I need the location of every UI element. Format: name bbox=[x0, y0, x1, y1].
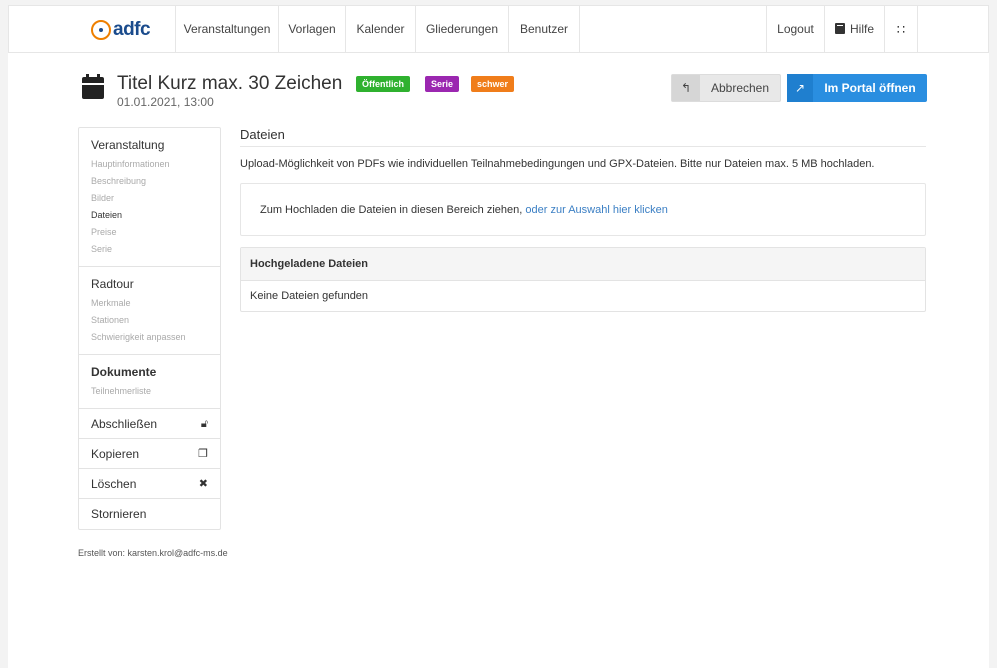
badge-series: Serie bbox=[425, 76, 460, 92]
adfc-logo[interactable]: adfc bbox=[91, 18, 151, 42]
section-description: Upload-Möglichkeit von PDFs wie individu… bbox=[240, 158, 875, 170]
open-in-portal-label: Im Portal öffnen bbox=[824, 81, 916, 95]
sidebar-item-stationen[interactable]: Stationen bbox=[91, 312, 208, 329]
sidebar-item-merkmale[interactable]: Merkmale bbox=[91, 295, 208, 312]
rss-feed-link[interactable]: ∷ bbox=[884, 6, 918, 53]
help-link[interactable]: Hilfe bbox=[824, 6, 884, 53]
unlock-icon: 🔓︎ bbox=[200, 418, 208, 430]
badge-public: Öffentlich bbox=[356, 76, 410, 92]
sidebar-item-beschreibung[interactable]: Beschreibung bbox=[91, 173, 208, 190]
event-date: 01.01.2021, 13:00 bbox=[117, 95, 214, 109]
sidebar-group-title[interactable]: Dokumente bbox=[91, 365, 208, 379]
sidebar-group-veranstaltung: Veranstaltung Hauptinformationen Beschre… bbox=[79, 128, 220, 267]
uploaded-files-title: Hochgeladene Dateien bbox=[241, 248, 925, 281]
sidebar-action-label: Löschen bbox=[91, 477, 137, 491]
sidebar-action-label: Stornieren bbox=[91, 507, 147, 521]
sidebar-action-label: Abschließen bbox=[91, 417, 158, 431]
logout-link[interactable]: Logout bbox=[766, 6, 824, 53]
sidebar-action-loeschen[interactable]: Löschen ✖ bbox=[79, 469, 220, 499]
sidebar-group-radtour: Radtour Merkmale Stationen Schwierigkeit… bbox=[79, 267, 220, 355]
nav-vorlagen[interactable]: Vorlagen bbox=[278, 6, 345, 53]
copy-icon: ❐ bbox=[198, 448, 208, 460]
badge-difficulty: schwer bbox=[471, 76, 515, 92]
sidebar-item-schwierigkeit[interactable]: Schwierigkeit anpassen bbox=[91, 329, 208, 346]
dropzone-hint: Zum Hochladen die Dateien in diesen Bere… bbox=[260, 204, 523, 216]
cancel-button-label: Abbrechen bbox=[710, 81, 770, 95]
event-title: Titel Kurz max. 30 Zeichen bbox=[117, 73, 343, 94]
logo-circle-icon bbox=[91, 20, 111, 40]
section-divider bbox=[240, 146, 926, 147]
cancel-button[interactable]: ↰ Abbrechen bbox=[671, 74, 781, 102]
sidebar-action-stornieren[interactable]: Stornieren bbox=[79, 499, 220, 529]
file-dropzone[interactable]: Zum Hochladen die Dateien in diesen Bere… bbox=[240, 183, 926, 236]
calendar-icon bbox=[82, 74, 104, 99]
nav-kalender[interactable]: Kalender bbox=[345, 6, 415, 53]
help-label: Hilfe bbox=[849, 22, 874, 36]
sidebar-item-preise[interactable]: Preise bbox=[91, 224, 208, 241]
dropzone-text: Zum Hochladen die Dateien in diesen Bere… bbox=[260, 204, 668, 216]
uploaded-files-panel: Hochgeladene Dateien Keine Dateien gefun… bbox=[240, 247, 926, 312]
rss-icon: ∷ bbox=[896, 22, 906, 37]
sidebar-group-title[interactable]: Radtour bbox=[91, 277, 208, 291]
sidebar-action-kopieren[interactable]: Kopieren ❐ bbox=[79, 439, 220, 469]
nav-veranstaltungen[interactable]: Veranstaltungen bbox=[175, 6, 278, 53]
sidebar-item-hauptinformationen[interactable]: Hauptinformationen bbox=[91, 156, 208, 173]
reply-icon: ↰ bbox=[672, 75, 700, 101]
top-navbar: adfc Veranstaltungen Vorlagen Kalender G… bbox=[8, 5, 989, 53]
page: adfc Veranstaltungen Vorlagen Kalender G… bbox=[8, 5, 989, 668]
sidebar-item-serie[interactable]: Serie bbox=[91, 241, 208, 258]
sidebar-group-dokumente: Dokumente Teilnehmerliste bbox=[79, 355, 220, 409]
times-icon: ✖ bbox=[198, 478, 208, 490]
creator-info: Erstellt von: karsten.krol@adfc-ms.de bbox=[78, 548, 228, 558]
nav-gliederungen[interactable]: Gliederungen bbox=[415, 6, 508, 53]
sidebar: Veranstaltung Hauptinformationen Beschre… bbox=[78, 127, 221, 530]
uploaded-files-empty: Keine Dateien gefunden bbox=[250, 290, 369, 302]
dropzone-select-link[interactable]: oder zur Auswahl hier klicken bbox=[525, 204, 667, 216]
sidebar-group-title[interactable]: Veranstaltung bbox=[91, 138, 208, 152]
book-icon bbox=[834, 23, 845, 34]
logo-text: adfc bbox=[113, 19, 151, 40]
sidebar-item-bilder[interactable]: Bilder bbox=[91, 190, 208, 207]
sidebar-action-abschliessen[interactable]: Abschließen 🔓︎ bbox=[79, 409, 220, 439]
sidebar-item-dateien[interactable]: Dateien bbox=[91, 207, 208, 224]
external-link-icon: ↗ bbox=[787, 74, 813, 102]
sidebar-item-teilnehmerliste[interactable]: Teilnehmerliste bbox=[91, 383, 208, 400]
sidebar-action-label: Kopieren bbox=[91, 447, 140, 461]
section-title: Dateien bbox=[240, 127, 285, 142]
open-in-portal-button[interactable]: ↗ Im Portal öffnen bbox=[787, 74, 927, 102]
nav-benutzer[interactable]: Benutzer bbox=[508, 6, 580, 53]
